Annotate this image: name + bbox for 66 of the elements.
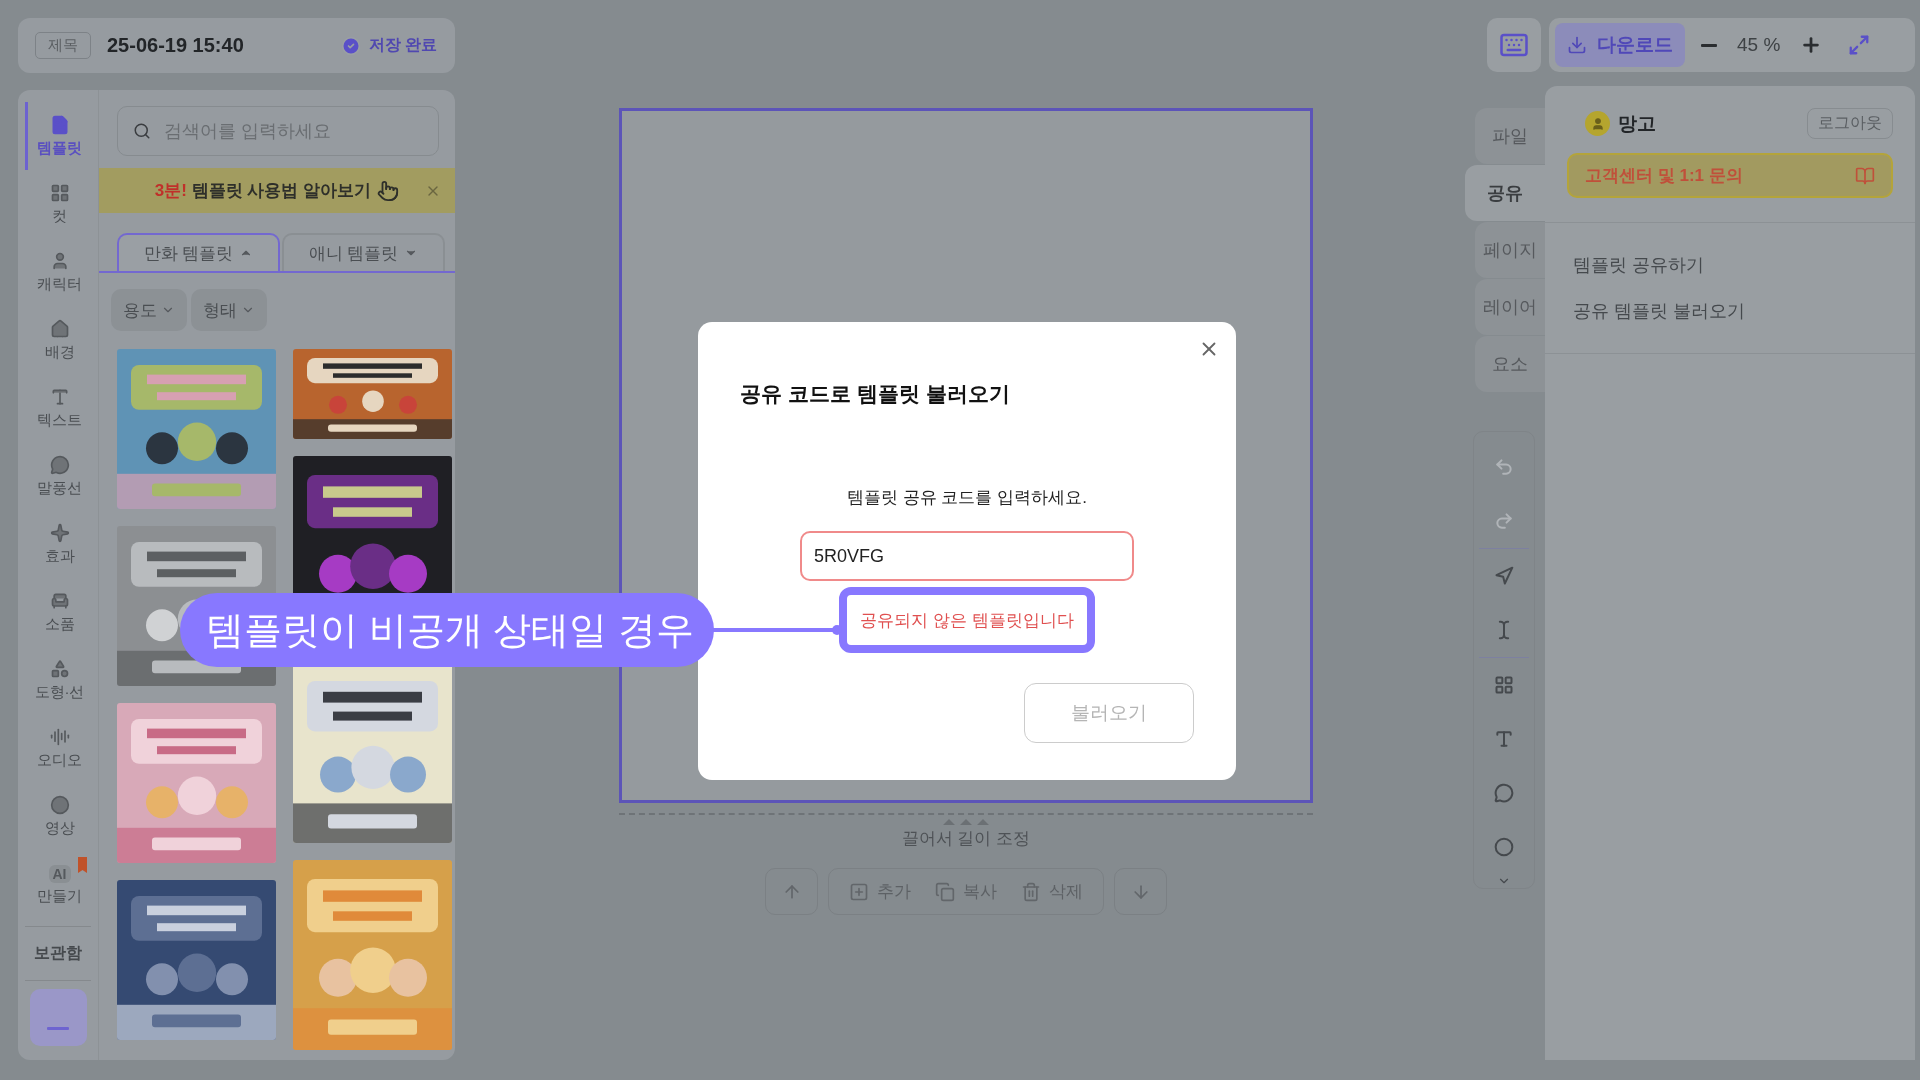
sidebar-item[interactable]: 컷	[25, 170, 91, 238]
sidebar-item[interactable]: 효과	[25, 510, 91, 578]
tutorial-banner[interactable]: 3분! 템플릿 사용법 알아보기	[99, 168, 455, 213]
trash-icon	[1021, 881, 1041, 902]
text-icon[interactable]	[1494, 729, 1514, 749]
side-tab[interactable]: 공유	[1465, 165, 1545, 221]
sparkle-icon	[49, 522, 70, 543]
download-icon	[1567, 35, 1587, 55]
menu-item[interactable]: 템플릿 공유하기	[1573, 253, 1915, 277]
search-icon	[133, 122, 151, 140]
audio-bars-icon	[49, 726, 70, 747]
template-tab[interactable]: 애니 템플릿	[282, 233, 445, 271]
sidebar-item[interactable]: 배경	[25, 306, 91, 374]
logout-button[interactable]: 로그아웃	[1807, 108, 1893, 139]
menu-item[interactable]: 공유 템플릿 불러오기	[1573, 299, 1915, 323]
play-icon	[49, 794, 70, 815]
book-icon	[1855, 165, 1875, 186]
speech-bubble-icon	[49, 454, 70, 475]
storage-button[interactable]: 보관함	[34, 933, 82, 974]
template-tab[interactable]: 만화 템플릿	[117, 233, 280, 271]
panels-icon[interactable]	[1494, 675, 1514, 695]
drag-handle-icon[interactable]	[943, 817, 989, 825]
code-input-field[interactable]: 5R0VFG	[800, 531, 1134, 581]
user-name: 망고	[1618, 111, 1657, 136]
panels-icon	[49, 182, 70, 203]
document-title[interactable]: 25-06-19 15:40	[107, 34, 325, 57]
support-button[interactable]: 고객센터 및 1:1 문의	[1567, 153, 1893, 198]
banner-text[interactable]: 3분! 템플릿 사용법 알아보기	[154, 179, 372, 202]
download-button[interactable]: 다운로드	[1555, 23, 1685, 67]
side-tab[interactable]: 레이어	[1475, 279, 1545, 335]
callout-text: 템플릿이 비공개 상태일 경우	[206, 607, 694, 653]
save-status: 저장 완료	[368, 35, 437, 55]
sidebar-item[interactable]: 영상	[25, 782, 91, 850]
sidebar-item[interactable]: 말풍선	[25, 442, 91, 510]
zoom-level: 45 %	[1736, 34, 1782, 56]
minus-icon	[1701, 43, 1717, 47]
cursor-arrow-icon[interactable]	[1494, 566, 1514, 586]
sidebar-item[interactable]: 소품	[25, 578, 91, 646]
filter-dropdown[interactable]: 용도	[111, 289, 187, 331]
person-icon	[1590, 116, 1605, 131]
check-icon	[340, 35, 361, 56]
expand-icon	[1848, 34, 1871, 56]
title-label: 제목	[35, 32, 91, 59]
copy-icon	[935, 881, 955, 902]
error-message: 공유되지 않은 템플릿입니다	[860, 609, 1074, 632]
circle-icon[interactable]	[1494, 837, 1514, 857]
dialog-title: 공유 코드로 템플릿 불러오기	[740, 381, 1011, 407]
speech-bubble-icon[interactable]	[1494, 783, 1514, 803]
house-icon	[49, 318, 70, 339]
resize-hint: 끌어서 길이 조정	[901, 828, 1031, 850]
sidebar-item[interactable]: 캐릭터	[25, 238, 91, 306]
hand-pointer-icon	[377, 179, 400, 202]
add-icon	[849, 881, 869, 902]
keyboard-button[interactable]	[1487, 18, 1541, 72]
dialog-prompt: 템플릿 공유 코드를 입력하세요.	[846, 487, 1088, 509]
side-tab[interactable]: 페이지	[1475, 222, 1545, 278]
shapes-icon	[49, 658, 70, 679]
sidebar-item[interactable]: 텍스트	[25, 374, 91, 442]
sidebar-item[interactable]: 오디오	[25, 714, 91, 782]
minus-icon	[47, 1027, 69, 1030]
sidebar-item[interactable]: 도형·선	[25, 646, 91, 714]
side-tab[interactable]: 요소	[1475, 336, 1545, 392]
sidebar-item[interactable]: 템플릿	[25, 102, 91, 170]
filter-dropdown[interactable]: 형태	[191, 289, 267, 331]
new-tag-icon	[77, 856, 87, 873]
side-tab[interactable]: 파일	[1475, 108, 1545, 164]
